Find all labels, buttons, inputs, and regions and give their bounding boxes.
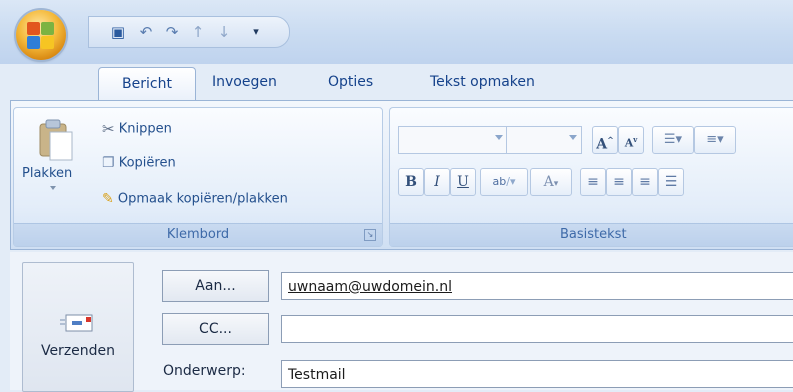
- orb-square-green: [41, 22, 54, 35]
- font-color-button[interactable]: A▾: [530, 168, 572, 196]
- envelope-icon: [60, 314, 93, 332]
- orb-square-yellow: [41, 36, 54, 49]
- office-orb-icon[interactable]: [16, 10, 66, 60]
- cut-label: Knippen: [118, 121, 172, 137]
- bold-button[interactable]: B: [398, 168, 424, 196]
- orb-square-blue: [27, 36, 40, 49]
- chevron-down-icon: [495, 135, 503, 140]
- cc-button[interactable]: CC...: [162, 313, 269, 345]
- align-right-icon: ≡: [639, 174, 651, 190]
- paste-dropdown-icon[interactable]: [50, 186, 56, 190]
- tab-invoegen[interactable]: Invoegen: [212, 67, 277, 97]
- italic-button[interactable]: I: [424, 168, 450, 196]
- ribbon: Plakken ✂ Knippen ❐ Kopiëren ✎ Opmaak ko…: [10, 100, 793, 250]
- chevron-down-icon: [569, 135, 577, 140]
- align-left-icon: ≡: [587, 174, 599, 190]
- justify-button[interactable]: ☰: [658, 168, 684, 196]
- quick-access-toolbar: ▣ ↶ ↷ ↑ ↓ ▾: [88, 16, 290, 48]
- center-button[interactable]: ≡: [606, 168, 632, 196]
- clipboard-group: Plakken ✂ Knippen ❐ Kopiëren ✎ Opmaak ko…: [13, 107, 383, 247]
- tab-tekst-opmaken[interactable]: Tekst opmaken: [430, 67, 535, 97]
- dialog-launcher-icon[interactable]: ↘: [364, 229, 376, 241]
- basic-text-group: A^ Av ☰▾ ≡▾ B I U ab∕▾ A▾ ≡ ≡ ≡ ☰ Basist…: [389, 107, 793, 247]
- orb-square-red: [27, 22, 40, 35]
- format-painter-button[interactable]: ✎ Opmaak kopiëren/plakken: [102, 188, 288, 210]
- cc-field[interactable]: [281, 315, 793, 343]
- center-icon: ≡: [613, 174, 625, 190]
- bullets-icon: ☰▾: [663, 132, 683, 147]
- chevron-down-icon: ▾: [553, 179, 559, 189]
- underline-button[interactable]: U: [450, 168, 476, 196]
- undo-icon[interactable]: ↶: [135, 21, 157, 43]
- to-field[interactable]: uwnaam@uwdomein.nl: [281, 272, 793, 300]
- shrink-font-label: A: [624, 136, 634, 150]
- font-size-combo[interactable]: [506, 126, 582, 154]
- qat-dropdown-icon[interactable]: ▾: [245, 21, 267, 43]
- numbering-icon: ≡▾: [706, 132, 724, 147]
- up-arrow-icon[interactable]: ↑: [187, 21, 209, 43]
- format-painter-icon: ✎: [102, 191, 114, 207]
- font-color-label: A: [543, 174, 554, 190]
- to-button[interactable]: Aan...: [162, 270, 269, 302]
- save-icon[interactable]: ▣: [107, 21, 129, 43]
- basic-text-group-label: Basistekst: [390, 223, 793, 246]
- highlight-icon: ∕▾: [506, 175, 516, 188]
- tab-bericht[interactable]: Bericht: [98, 67, 196, 102]
- justify-icon: ☰: [664, 174, 678, 190]
- paste-button[interactable]: Plakken: [22, 116, 86, 192]
- cut-button[interactable]: ✂ Knippen: [102, 118, 172, 140]
- font-name-combo[interactable]: [398, 126, 508, 154]
- send-button[interactable]: Verzenden: [22, 262, 134, 392]
- clipboard-group-label: Klembord ↘: [14, 223, 382, 246]
- basic-text-group-title: Basistekst: [560, 227, 627, 242]
- align-right-button[interactable]: ≡: [632, 168, 658, 196]
- copy-icon: ❐: [102, 155, 115, 171]
- format-painter-label: Opmaak kopiëren/plakken: [117, 191, 288, 207]
- highlight-button[interactable]: ab∕▾: [480, 168, 528, 196]
- down-arrow-icon[interactable]: ↓: [213, 21, 235, 43]
- numbering-button[interactable]: ≡▾: [694, 126, 736, 154]
- scissors-icon: ✂: [102, 120, 115, 138]
- paste-icon: [39, 119, 73, 161]
- bullets-button[interactable]: ☰▾: [652, 126, 694, 154]
- copy-label: Kopiëren: [118, 155, 176, 171]
- clipboard-group-title: Klembord: [166, 227, 230, 242]
- grow-font-label: A: [596, 136, 608, 153]
- subject-label: Onderwerp:: [163, 363, 246, 379]
- align-left-button[interactable]: ≡: [580, 168, 606, 196]
- grow-font-button[interactable]: A^: [592, 126, 618, 154]
- copy-button[interactable]: ❐ Kopiëren: [102, 152, 176, 174]
- shrink-font-button[interactable]: Av: [618, 126, 644, 154]
- tab-opties[interactable]: Opties: [328, 67, 373, 97]
- highlight-label: ab: [492, 175, 507, 188]
- subject-field[interactable]: Testmail: [281, 360, 793, 388]
- send-label: Verzenden: [40, 343, 116, 359]
- paste-label: Plakken: [22, 166, 73, 181]
- redo-icon[interactable]: ↷: [161, 21, 183, 43]
